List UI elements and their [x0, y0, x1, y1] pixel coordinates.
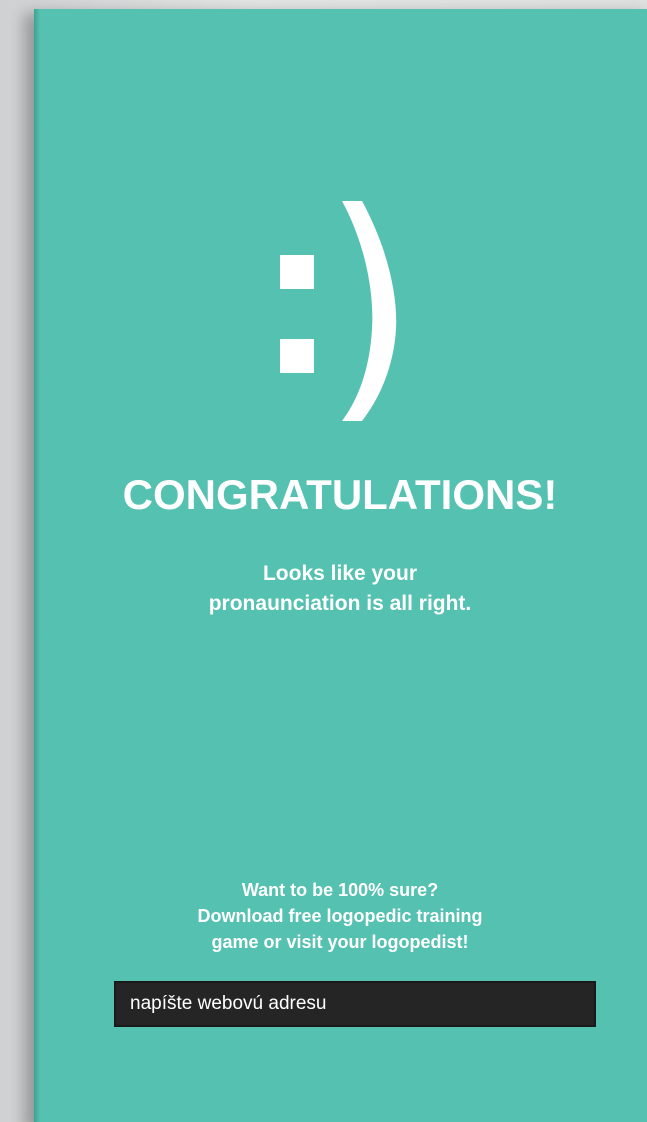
- smiley-emoticon-icon: [270, 189, 410, 429]
- result-card: CONGRATULATIONS! Looks like your pronaun…: [34, 9, 647, 1122]
- web-address-input[interactable]: napíšte webovú adresu: [114, 981, 596, 1027]
- result-message-line-2: pronaunciation is all right.: [208, 592, 472, 615]
- result-message: Looks like your pronaunciation is all ri…: [0, 559, 646, 619]
- cta-line-2: Download free logopedic training: [197, 906, 483, 926]
- background: CONGRATULATIONS! Looks like your pronaun…: [0, 0, 647, 1122]
- result-message-line-1: Looks like your: [262, 562, 418, 585]
- call-to-action-text: Want to be 100% sure? Download free logo…: [0, 877, 646, 955]
- cta-line-1: Want to be 100% sure?: [241, 880, 439, 900]
- congratulations-heading: CONGRATULATIONS!: [122, 471, 558, 518]
- cta-line-3: game or visit your logopedist!: [211, 932, 469, 952]
